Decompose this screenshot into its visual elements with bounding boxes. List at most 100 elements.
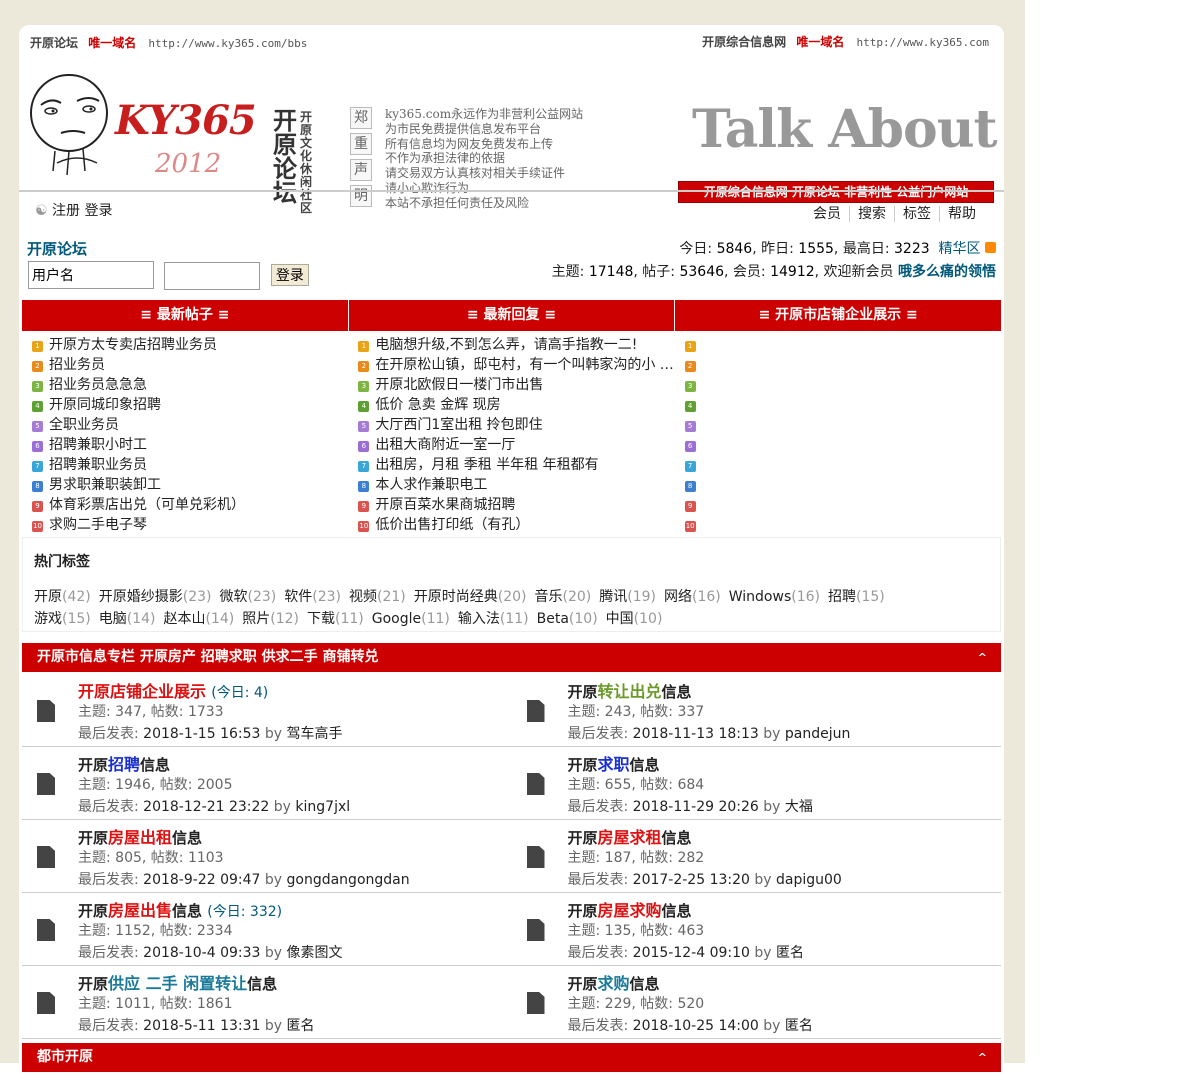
- list-item[interactable]: 3 开原北欧假日一楼门市出售: [348, 375, 674, 395]
- tag-link[interactable]: 输入法(11): [458, 611, 529, 627]
- login-button[interactable]: 登录: [270, 264, 309, 286]
- menu-tags[interactable]: 标签: [895, 206, 940, 222]
- forum-name-suffix[interactable]: 信息: [662, 902, 692, 920]
- last-post-author[interactable]: 匿名: [776, 945, 804, 961]
- tag-link[interactable]: Google(11): [372, 611, 450, 627]
- tag-link[interactable]: 腾讯(19): [599, 589, 656, 605]
- list-item[interactable]: 8 男求职兼职装卸工: [22, 475, 348, 495]
- password-field[interactable]: [164, 262, 261, 290]
- list-item-title[interactable]: 低价 急卖 金辉 现房: [375, 397, 500, 413]
- forum-name-prefix[interactable]: 开原: [78, 829, 108, 847]
- forum-name-suffix[interactable]: 信息: [140, 756, 170, 774]
- forum-name-highlight[interactable]: 求购: [598, 974, 630, 993]
- register-link[interactable]: 注册: [52, 203, 80, 219]
- forum-name-prefix[interactable]: 开原: [568, 902, 598, 920]
- list-item[interactable]: 3: [675, 375, 1001, 395]
- last-post-author[interactable]: dapigu00: [776, 872, 842, 888]
- forum-folder-icon[interactable]: [37, 919, 55, 941]
- list-item[interactable]: 4 低价 急卖 金辉 现房: [348, 395, 674, 415]
- site-url[interactable]: http://www.ky365.com/bbs: [148, 37, 307, 50]
- list-item-title[interactable]: 开原方太专卖店招聘业务员: [49, 337, 217, 353]
- forum-folder-icon[interactable]: [37, 773, 55, 795]
- forum-name-suffix[interactable]: 信息: [662, 683, 692, 701]
- tag-link[interactable]: 电脑(14): [99, 611, 156, 627]
- last-post-author[interactable]: 像素图文: [287, 945, 343, 961]
- username-field[interactable]: [28, 261, 154, 289]
- list-item[interactable]: 10 求购二手电子琴: [22, 515, 348, 535]
- last-post-time[interactable]: 2018-1-15 16:53: [143, 726, 260, 742]
- tag-link[interactable]: 软件(23): [284, 589, 341, 605]
- list-item[interactable]: 8: [675, 475, 1001, 495]
- collapse-icon[interactable]: ^: [978, 643, 987, 672]
- tag-name[interactable]: Windows: [729, 589, 792, 605]
- list-item-title[interactable]: 本人求作兼职电工: [375, 477, 487, 493]
- tag-link[interactable]: 开原时尚经典(20): [414, 589, 527, 605]
- list-item[interactable]: 6 出租大商附近一室一厅: [348, 435, 674, 455]
- list-item[interactable]: 7 出租房，月租 季租 半年租 年租都有: [348, 455, 674, 475]
- section-header[interactable]: 开原市信息专栏 开原房产 招聘求职 供求二手 商铺转兑 ^: [22, 643, 1001, 672]
- forum-name-highlight[interactable]: 供应 二手 闲置转让: [108, 974, 247, 993]
- tag-name[interactable]: Beta: [537, 611, 569, 627]
- forum-folder-icon[interactable]: [526, 992, 545, 1014]
- list-item[interactable]: 2 招业务员: [22, 355, 348, 375]
- list-item[interactable]: 1: [675, 335, 1001, 355]
- list-item-title[interactable]: 在开原松山镇，邸屯村，有一个叫韩家沟的小 …: [375, 357, 673, 373]
- last-post-author[interactable]: king7jxl: [295, 799, 350, 815]
- forum-name-prefix[interactable]: 开原: [568, 975, 598, 993]
- list-item[interactable]: 7: [675, 455, 1001, 475]
- forum-name-suffix[interactable]: 信息: [662, 829, 692, 847]
- list-item[interactable]: 2: [675, 355, 1001, 375]
- forum-name[interactable]: 开原招聘信息: [78, 751, 170, 775]
- forum-name[interactable]: 开原供应 二手 闲置转让信息: [78, 970, 277, 994]
- list-item-title[interactable]: 男求职兼职装卸工: [49, 477, 161, 493]
- list-item[interactable]: 4: [675, 395, 1001, 415]
- list-item[interactable]: 10 低价出售打印纸（有孔）: [348, 515, 674, 535]
- tag-link[interactable]: 视频(21): [349, 589, 406, 605]
- top-right-links[interactable]: 开原综合信息网 唯一域名 http://www.ky365.com: [702, 33, 989, 50]
- forum-name[interactable]: 开原店铺企业展示 (今日: 4): [78, 678, 268, 702]
- forum-name-highlight[interactable]: 求职: [598, 755, 630, 774]
- forum-name-highlight[interactable]: 开原店铺企业展示: [78, 682, 206, 701]
- tag-link[interactable]: 开原(42): [34, 589, 91, 605]
- forum-folder-icon[interactable]: [37, 700, 55, 722]
- forum-name[interactable]: 开原房屋出售信息 (今日: 332): [78, 897, 282, 921]
- last-post-time[interactable]: 2018-5-11 13:31: [143, 1018, 260, 1034]
- list-item[interactable]: 2 在开原松山镇，邸屯村，有一个叫韩家沟的小 …: [348, 355, 674, 375]
- forum-name-prefix[interactable]: 开原: [568, 683, 598, 701]
- tab-latest-replies[interactable]: ≡ 最新回复 ≡: [349, 300, 676, 331]
- last-post-time[interactable]: 2015-12-4 09:10: [633, 945, 750, 961]
- site-name-right[interactable]: 开原综合信息网: [702, 35, 786, 49]
- list-item-title[interactable]: 出租大商附近一室一厅: [375, 437, 515, 453]
- tag-name[interactable]: 照片: [242, 611, 270, 627]
- tab-latest-posts[interactable]: ≡ 最新帖子 ≡: [22, 300, 349, 331]
- list-item[interactable]: 9: [675, 495, 1001, 515]
- forum-folder-icon[interactable]: [526, 919, 545, 941]
- list-item-title[interactable]: 低价出售打印纸（有孔）: [375, 517, 529, 533]
- forum-name-highlight[interactable]: 转让出兑: [598, 682, 662, 701]
- forum-folder-icon[interactable]: [526, 700, 545, 722]
- forum-name-prefix[interactable]: 开原: [568, 829, 598, 847]
- tag-name[interactable]: Google: [372, 611, 421, 627]
- forum-name-suffix[interactable]: 信息: [172, 829, 202, 847]
- forum-title[interactable]: 开原论坛: [27, 238, 87, 259]
- rss-icon[interactable]: [985, 242, 996, 253]
- list-item-title[interactable]: 招聘兼职小时工: [49, 437, 147, 453]
- section-title[interactable]: 开原市信息专栏 开原房产 招聘求职 供求二手 商铺转兑: [22, 649, 379, 665]
- collapse-icon[interactable]: ^: [978, 1043, 987, 1072]
- forum-name[interactable]: 开原求购信息: [568, 970, 660, 994]
- list-item[interactable]: 6 招聘兼职小时工: [22, 435, 348, 455]
- forum-name[interactable]: 开原房屋求购信息: [568, 897, 692, 921]
- top-left-links[interactable]: 开原论坛 唯一域名 http://www.ky365.com/bbs: [30, 34, 307, 51]
- forum-name-prefix[interactable]: 开原: [78, 902, 108, 920]
- forum-name[interactable]: 开原转让出兑信息: [568, 678, 692, 702]
- tag-name[interactable]: 软件: [284, 589, 312, 605]
- tag-link[interactable]: 网络(16): [664, 589, 721, 605]
- list-item[interactable]: 3 招业务员急急急: [22, 375, 348, 395]
- tag-link[interactable]: 中国(10): [606, 611, 663, 627]
- list-item-title[interactable]: 招业务员急急急: [49, 377, 147, 393]
- list-item[interactable]: 4 开原同城印象招聘: [22, 395, 348, 415]
- menu-members[interactable]: 会员: [805, 206, 850, 222]
- forum-folder-icon[interactable]: [526, 773, 545, 795]
- forum-name-highlight[interactable]: 房屋求购: [598, 901, 662, 920]
- tag-name[interactable]: 音乐: [535, 589, 563, 605]
